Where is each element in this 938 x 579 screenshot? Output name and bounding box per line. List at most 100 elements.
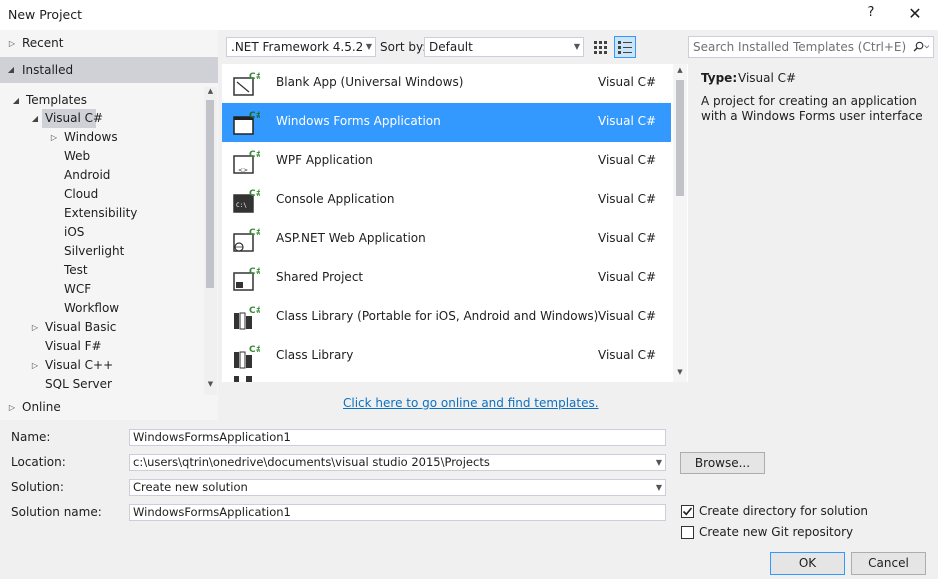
svg-text:C:\: C:\ (236, 202, 247, 209)
nav-visual-basic-label: Visual Basic (45, 320, 117, 334)
scroll-up-icon[interactable]: ▲ (673, 66, 687, 78)
chevron-down-icon[interactable]: ◢ (6, 57, 16, 83)
template-item[interactable]: C# Class Library (Portable for iOS, Andr… (222, 298, 671, 337)
nav-web-label: Web (64, 149, 91, 163)
nav-wcf-label: WCF (64, 282, 92, 296)
template-name: Class Library (276, 348, 354, 362)
nav-scroll-thumb[interactable] (206, 100, 214, 288)
nav-workflow[interactable]: Workflow (0, 299, 200, 318)
location-field[interactable]: c:\users\qtrin\onedrive\documents\visual… (129, 454, 666, 471)
svg-text:C#: C# (249, 228, 260, 238)
close-button[interactable]: ✕ (904, 4, 926, 26)
name-field[interactable]: WindowsFormsApplication1 (129, 429, 666, 446)
create-directory-checkbox[interactable] (681, 505, 694, 518)
grid-view-button[interactable] (590, 37, 610, 57)
nav-sql-server-label: SQL Server (45, 377, 112, 389)
nav-extensibility[interactable]: Extensibility (0, 204, 200, 223)
nav-visual-fsharp[interactable]: Visual F# (0, 337, 200, 356)
nav-android-label: Android (64, 168, 111, 182)
solution-name-label: Solution name: (11, 505, 102, 519)
online-templates-link[interactable]: Click here to go online and find templat… (343, 396, 599, 410)
nav-online[interactable]: ▷ Online (0, 398, 200, 417)
nav-visual-fsharp-label: Visual F# (45, 339, 102, 353)
chevron-down-icon[interactable]: ▼ (574, 38, 580, 56)
sort-by-dropdown[interactable]: Default ▼ (424, 37, 584, 57)
template-item-partial[interactable] (222, 376, 671, 382)
chevron-right-icon[interactable]: ▷ (30, 318, 40, 337)
type-label: Type: (701, 71, 738, 85)
solution-label: Solution: (11, 480, 64, 494)
template-language: Visual C# (598, 153, 657, 167)
nav-templates[interactable]: ◢ Templates (0, 91, 200, 110)
template-language: Visual C# (598, 348, 657, 362)
nav-recent[interactable]: ▷ Recent (0, 34, 200, 53)
template-item[interactable]: C# Shared Project Visual C# (222, 259, 671, 298)
svg-text:C#: C# (249, 306, 260, 316)
nav-installed[interactable]: ◢ Installed (0, 57, 218, 83)
nav-ios[interactable]: iOS (0, 223, 200, 242)
nav-visual-csharp[interactable]: ◢ Visual C# (0, 109, 200, 128)
template-name: Class Library (Portable for iOS, Android… (276, 309, 599, 323)
scroll-down-icon[interactable]: ▼ (204, 380, 217, 392)
template-item[interactable]: C# ASP.NET Web Application Visual C# (222, 220, 671, 259)
solution-name-field[interactable]: WindowsFormsApplication1 (129, 504, 666, 521)
chevron-down-icon[interactable]: ▼ (656, 455, 662, 470)
chevron-down-icon[interactable]: ◢ (30, 109, 40, 128)
nav-windows[interactable]: ▷ Windows (0, 128, 200, 147)
scroll-down-icon[interactable]: ▼ (673, 368, 687, 380)
create-directory-label[interactable]: Create directory for solution (699, 504, 868, 518)
nav-test[interactable]: Test (0, 261, 200, 280)
location-value: c:\users\qtrin\onedrive\documents\visual… (133, 455, 490, 469)
nav-visual-basic[interactable]: ▷ Visual Basic (0, 318, 200, 337)
nav-templates-label: Templates (26, 93, 88, 107)
ok-button[interactable]: OK (770, 552, 845, 575)
nav-silverlight[interactable]: Silverlight (0, 242, 200, 261)
framework-dropdown[interactable]: .NET Framework 4.5.2 ▼ (226, 37, 376, 57)
chevron-down-icon[interactable]: ▼ (366, 38, 372, 56)
template-item-selected[interactable]: C# Windows Forms Application Visual C# (222, 103, 671, 142)
solution-value: Create new solution (133, 480, 248, 494)
nav-web[interactable]: Web (0, 147, 200, 166)
browse-button[interactable]: Browse... (680, 452, 765, 474)
scroll-up-icon[interactable]: ▲ (204, 87, 217, 99)
search-input[interactable]: Search Installed Templates (Ctrl+E) (688, 36, 934, 58)
shared-project-icon: C# (233, 267, 260, 291)
search-icon[interactable] (913, 39, 929, 55)
list-view-button[interactable] (614, 36, 636, 58)
nav-online-label: Online (22, 400, 61, 414)
chevron-down-icon[interactable]: ◢ (11, 91, 21, 110)
template-description: A project for creating an application wi… (701, 94, 923, 123)
svg-text:C#: C# (249, 72, 260, 82)
template-item[interactable]: C# Blank App (Universal Windows) Visual … (222, 64, 671, 103)
sort-by-label: Sort by: (380, 40, 427, 54)
solution-dropdown[interactable]: Create new solution ▼ (129, 479, 666, 496)
nav-workflow-label: Workflow (64, 301, 120, 315)
template-list-scroll-thumb[interactable] (676, 80, 684, 196)
template-item[interactable]: C:\ C# Console Application Visual C# (222, 181, 671, 220)
create-git-checkbox[interactable] (681, 526, 694, 539)
create-git-label[interactable]: Create new Git repository (699, 525, 853, 539)
nav-sql-server[interactable]: SQL Server (0, 375, 200, 389)
nav-visual-cpp[interactable]: ▷ Visual C++ (0, 356, 200, 375)
nav-android[interactable]: Android (0, 166, 200, 185)
template-item[interactable]: <> C# WPF Application Visual C# (222, 142, 671, 181)
svg-text:C#: C# (249, 189, 260, 199)
template-name: WPF Application (276, 153, 373, 167)
template-item[interactable]: C# Class Library Visual C# (222, 337, 671, 376)
cancel-button[interactable]: Cancel (851, 552, 926, 575)
chevron-right-icon[interactable]: ▷ (49, 128, 59, 147)
nav-visual-csharp-label: Visual C# (45, 111, 104, 125)
nav-cloud-label: Cloud (64, 187, 99, 201)
help-button[interactable]: ? (862, 5, 880, 25)
location-label: Location: (11, 455, 66, 469)
chevron-right-icon[interactable]: ▷ (30, 356, 40, 375)
nav-cloud[interactable]: Cloud (0, 185, 200, 204)
chevron-right-icon[interactable]: ▷ (7, 398, 17, 417)
chevron-down-icon[interactable]: ▼ (656, 480, 662, 495)
universal-app-icon: C# (233, 72, 260, 96)
template-list[interactable]: C# Blank App (Universal Windows) Visual … (222, 64, 688, 382)
svg-text:C#: C# (249, 111, 260, 121)
chevron-right-icon[interactable]: ▷ (7, 34, 17, 53)
list-view-icon (618, 41, 632, 54)
nav-wcf[interactable]: WCF (0, 280, 200, 299)
